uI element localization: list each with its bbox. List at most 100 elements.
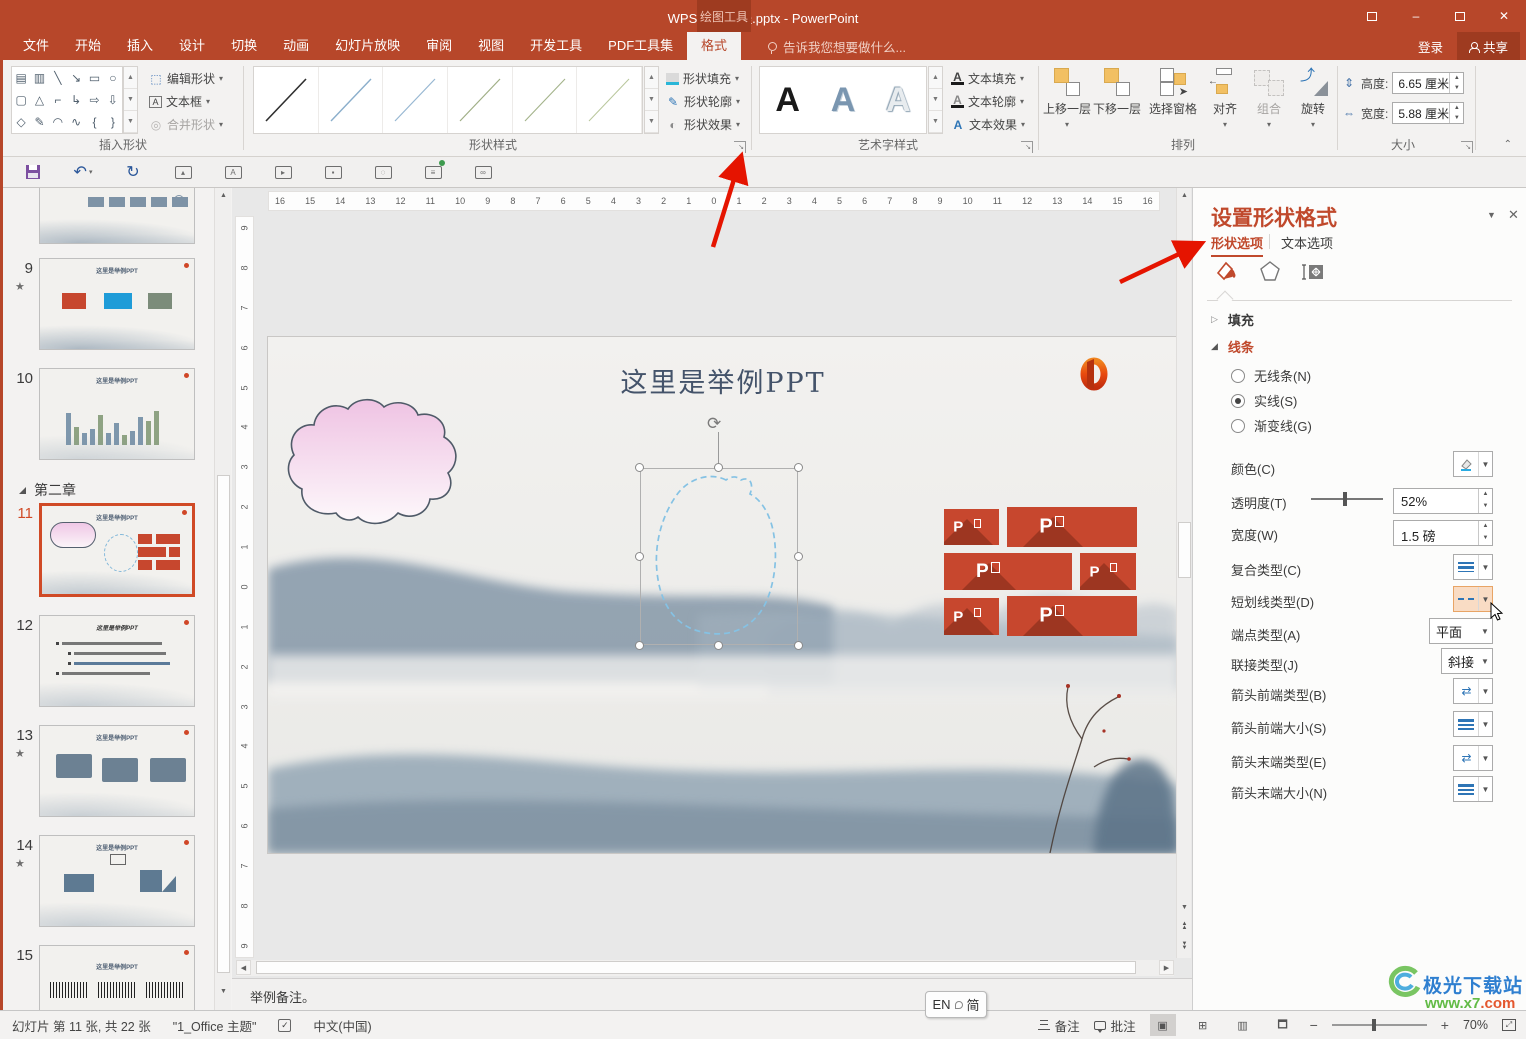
height-spinner[interactable]: ▲▼ — [1449, 73, 1463, 93]
transparency-value-box[interactable]: 52% ▲▼ — [1393, 488, 1493, 514]
slide-thumbnail-9[interactable]: 这里是举例PPT — [39, 258, 195, 350]
line-style-preview[interactable] — [577, 67, 642, 133]
slide-thumbnail-15[interactable]: 这里是举例PPT — [39, 945, 195, 1010]
scroll-up-icon[interactable]: ▲ — [1177, 188, 1192, 203]
scroll-left-icon[interactable]: ◀ — [236, 960, 251, 975]
quick-print-button[interactable]: ≡ — [423, 162, 443, 182]
gallery-down-icon[interactable]: ▼ — [645, 89, 658, 111]
powerpoint-tiles-group[interactable]: P P P P P P — [944, 507, 1144, 639]
scroll-down-icon[interactable]: ▼ — [1177, 900, 1192, 915]
tab-home[interactable]: 开始 — [62, 32, 114, 60]
slide-thumbnail-8[interactable] — [39, 188, 195, 244]
tab-developer[interactable]: 开发工具 — [517, 32, 595, 60]
tab-slideshow[interactable]: 幻灯片放映 — [322, 32, 413, 60]
tab-pdf-tools[interactable]: PDF工具集 — [595, 32, 686, 60]
shape-fill-button[interactable]: 形状填充▾ — [666, 68, 739, 89]
collapse-ribbon-button[interactable]: ⌃ — [1504, 139, 1512, 150]
dashed-blob-shape[interactable] — [640, 468, 798, 645]
compound-type-dropdown[interactable]: ▼ — [1453, 554, 1493, 580]
cloud-shape[interactable] — [278, 395, 473, 527]
powerpoint-tile[interactable]: P — [1080, 553, 1136, 590]
shape-gallery-scroll[interactable]: ▲▼▼ — [123, 66, 138, 134]
spellcheck-icon[interactable]: ✓ — [278, 1019, 291, 1032]
wordart-gallery-scroll[interactable]: ▲▼▼ — [928, 66, 943, 134]
fit-slide-to-window-button[interactable]: ⤢ — [1502, 1019, 1516, 1031]
height-input[interactable]: 6.65 厘米 ▲▼ — [1392, 72, 1464, 94]
text-fill-button[interactable]: A 文本填充▾ — [951, 68, 1024, 89]
slide-thumbnail-12[interactable]: 这里是举例PPT — [39, 615, 195, 707]
slideshow-view-button[interactable]: 🗖 — [1270, 1014, 1296, 1036]
gallery-down-icon[interactable]: ▼ — [929, 89, 942, 111]
tab-format-active[interactable]: 格式 — [687, 32, 741, 60]
text-effects-button[interactable]: A 文本效果▾ — [951, 114, 1025, 135]
panel-options-caret-icon[interactable]: ▼ — [1487, 210, 1496, 220]
resize-handle-e[interactable] — [794, 552, 803, 561]
shape-icon[interactable]: ⇨ — [85, 89, 103, 111]
selected-shape[interactable]: ⟳ — [640, 468, 798, 645]
gallery-more-icon[interactable]: ▼ — [645, 111, 658, 133]
effects-icon[interactable] — [1257, 258, 1283, 284]
next-slide-button[interactable]: ▼▼ — [1177, 938, 1192, 953]
shape-icon[interactable]: ∿ — [67, 111, 85, 133]
powerpoint-tile[interactable]: P — [944, 553, 1072, 590]
slide-thumbnail-10[interactable]: 这里是举例PPT — [39, 368, 195, 460]
shape-icon[interactable]: ◇ — [12, 111, 30, 133]
resize-handle-s[interactable] — [714, 641, 723, 650]
resize-handle-w[interactable] — [635, 552, 644, 561]
width-input[interactable]: 5.88 厘米 ▲▼ — [1392, 102, 1464, 124]
shape-gallery[interactable]: ▤▥╲↘▭○ ▢△⌐↳⇨⇩ ◇✎◠∿{} — [11, 66, 123, 134]
resize-handle-ne[interactable] — [794, 463, 803, 472]
thumbnail-scrollbar[interactable]: ▲ ▼ — [214, 188, 231, 1010]
save-button[interactable] — [23, 162, 43, 182]
rotate-button[interactable]: ⤴ 旋转▾ — [1293, 68, 1333, 150]
line-width-box[interactable]: 1.5 磅 ▲▼ — [1393, 520, 1493, 546]
reading-view-button[interactable]: ▥ — [1230, 1014, 1256, 1036]
shape-effects-button[interactable]: ◐ 形状效果▾ — [666, 114, 740, 135]
scroll-up-icon[interactable]: ▲ — [216, 188, 231, 203]
transparency-slider[interactable] — [1311, 498, 1383, 500]
wordart-style-preview[interactable]: A — [815, 67, 870, 133]
slide-sorter-view-button[interactable]: ⊞ — [1190, 1014, 1216, 1036]
shape-styles-dialog-launcher[interactable] — [734, 141, 746, 153]
wordart-style-preview[interactable]: A — [760, 67, 815, 133]
width-spinner[interactable]: ▲▼ — [1449, 103, 1463, 123]
monitor-tool-button[interactable]: ▴ — [173, 162, 193, 182]
tab-design[interactable]: 设计 — [166, 32, 218, 60]
ribbon-display-options-button[interactable] — [1350, 0, 1394, 32]
merge-shapes-button[interactable]: ◎ 合并形状▾ — [149, 114, 223, 135]
shape-icon[interactable]: ╲ — [49, 67, 67, 89]
fill-section-header[interactable]: ▷ 填充 — [1211, 310, 1254, 329]
canvas-horizontal-scrollbar[interactable]: ◀ ▶ — [236, 960, 1174, 976]
line-style-preview[interactable] — [513, 67, 578, 133]
shape-outline-button[interactable]: ✎ 形状轮廓▾ — [666, 91, 740, 112]
line-color-dropdown[interactable]: ▼ — [1453, 451, 1493, 477]
rotate-handle[interactable]: ⟳ — [707, 414, 721, 434]
shape-icon[interactable]: ↘ — [67, 67, 85, 89]
maximize-button[interactable] — [1438, 0, 1482, 32]
arrow-begin-type-dropdown[interactable]: ⇄▼ — [1453, 678, 1493, 704]
shape-icon[interactable]: ▢ — [12, 89, 30, 111]
slide-thumbnail-11-selected[interactable]: 这里是举例PPT — [39, 503, 195, 597]
tab-transitions[interactable]: 切换 — [218, 32, 270, 60]
shape-icon[interactable]: ⇩ — [104, 89, 122, 111]
gallery-up-icon[interactable]: ▲ — [929, 67, 942, 89]
resize-handle-se[interactable] — [794, 641, 803, 650]
shape-icon[interactable]: ✎ — [30, 111, 48, 133]
wordart-gallery[interactable]: A A A — [759, 66, 927, 134]
ime-language-indicator[interactable]: EN 简 — [925, 991, 987, 1018]
print-preview-button[interactable]: ◌ — [373, 162, 393, 182]
dash-type-dropdown[interactable]: ▼ — [1453, 586, 1493, 612]
canvas-scrollbar-thumb[interactable] — [1178, 522, 1191, 578]
shape-icon[interactable]: } — [104, 111, 122, 133]
line-section-header[interactable]: ◢ 线条 — [1211, 337, 1254, 356]
text-outline-button[interactable]: A 文本轮廓▾ — [951, 91, 1024, 112]
login-button[interactable]: 登录 — [1418, 37, 1443, 56]
previous-slide-button[interactable]: ▲▲ — [1177, 918, 1192, 933]
line-style-preview[interactable] — [383, 67, 448, 133]
shape-style-gallery[interactable] — [253, 66, 643, 134]
powerpoint-tile[interactable]: P — [944, 598, 999, 635]
tab-shape-options[interactable]: 形状选项 — [1211, 233, 1263, 257]
wordart-style-preview[interactable]: A — [871, 67, 926, 133]
zoom-in-button[interactable]: + — [1441, 1017, 1449, 1033]
tab-review[interactable]: 审阅 — [413, 32, 465, 60]
